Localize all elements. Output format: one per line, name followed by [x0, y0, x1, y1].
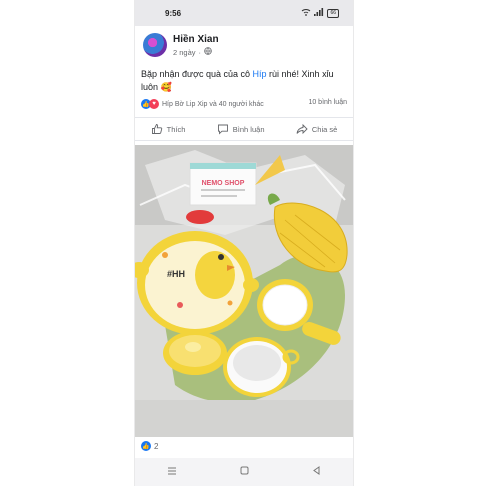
reaction-summary[interactable]: 👍 ♥ Híp Bờ Lip Xip và 40 người khác [141, 99, 264, 109]
share-icon [296, 123, 308, 135]
photo-illustration: NEMO SHOP #HH [135, 145, 353, 437]
thumbs-up-icon [151, 124, 162, 134]
comment-icon [217, 124, 228, 135]
post-header: Hiền Xian 2 ngày · [143, 33, 349, 59]
separator-dot: · [198, 47, 202, 57]
avatar[interactable] [143, 33, 167, 57]
status-bar: 9:56 66 [135, 0, 353, 26]
share-label: Chia sẻ [311, 124, 338, 134]
back-icon[interactable] [312, 466, 321, 478]
post-meta: 2 ngày · [173, 47, 212, 57]
photo-reactions[interactable]: 👍 2 [141, 441, 158, 451]
post-text: Bặp nhận được quà của cô Híp rùi nhé! Xi… [141, 68, 349, 94]
status-icons: 66 [301, 8, 339, 18]
like-reaction-icon: 👍 [141, 441, 151, 451]
love-reaction-icon: ♥ [149, 99, 159, 109]
post-text-before: Bặp nhận được quà của cô [141, 69, 253, 79]
comment-count[interactable]: 10 bình luận [308, 99, 347, 106]
recents-icon[interactable] [167, 467, 177, 478]
signal-icon [314, 8, 324, 18]
comment-label: Bình luận [232, 124, 265, 134]
phone-screen: 9:56 66 Hiền Xian 2 ngày · Bặp nhận được… [134, 0, 354, 486]
system-nav-bar [135, 458, 353, 486]
author-name[interactable]: Hiền Xian [173, 34, 219, 45]
reactions-bar[interactable]: 👍 ♥ Híp Bờ Lip Xip và 40 người khác 10 b… [141, 99, 347, 111]
reaction-names: Híp Bờ Lip Xip và 40 người khác [162, 100, 264, 108]
photo-like-count: 2 [154, 441, 159, 451]
battery-icon: 66 [327, 8, 339, 18]
status-time: 9:56 [165, 9, 182, 18]
globe-icon [204, 47, 212, 57]
action-bar: Thích Bình luận Chia sẻ [135, 117, 353, 141]
shop-card-title: NEMO SHOP [202, 180, 245, 187]
comment-button[interactable]: Bình luận [217, 123, 265, 135]
wifi-icon [301, 8, 311, 18]
like-button[interactable]: Thích [151, 123, 186, 135]
post-photo[interactable]: NEMO SHOP #HH [135, 145, 353, 437]
like-label: Thích [166, 124, 186, 134]
bowl-text: #HH [167, 269, 185, 279]
home-icon[interactable] [240, 466, 249, 478]
mention-link[interactable]: Híp [253, 69, 267, 79]
share-button[interactable]: Chia sẻ [296, 123, 337, 135]
post-time[interactable]: 2 ngày [173, 48, 196, 57]
